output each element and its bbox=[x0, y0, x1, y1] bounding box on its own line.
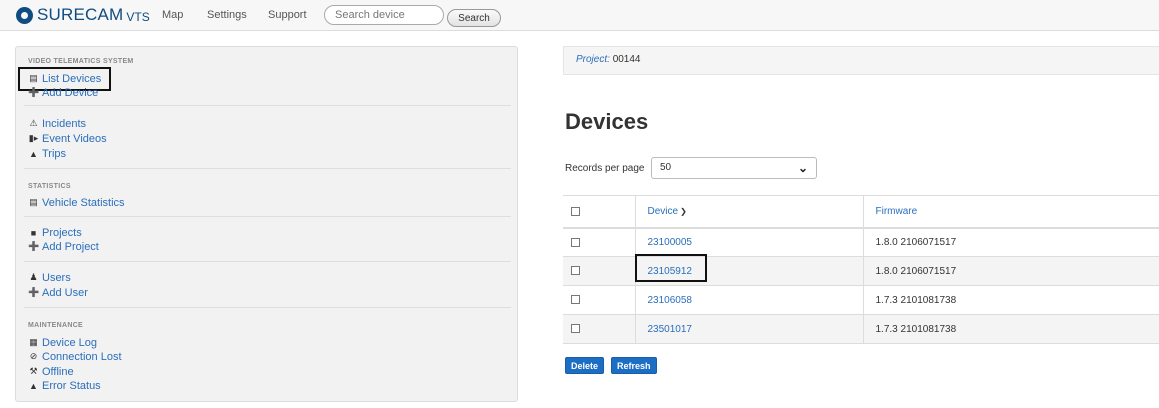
section-title-maintenance: MAINTENANCE bbox=[28, 322, 84, 329]
header-device-label: Device bbox=[647, 205, 679, 217]
search-button[interactable]: Search bbox=[447, 9, 501, 27]
project-value: 00144 bbox=[612, 54, 641, 65]
sidebar-divider bbox=[24, 307, 511, 308]
sidebar-item-label: Users bbox=[42, 271, 71, 284]
section-title-video-telematics: VIDEO TELEMATICS SYSTEM bbox=[28, 58, 134, 65]
sidebar-divider bbox=[24, 261, 511, 262]
sidebar-item-label: Projects bbox=[42, 226, 82, 239]
logo-subtext: VTS bbox=[126, 9, 150, 24]
header-select-all-cell bbox=[563, 195, 636, 229]
sidebar-item-projects[interactable]: ■ Projects bbox=[28, 226, 82, 239]
firmware-cell: 1.7.3 2101081738 bbox=[863, 314, 1159, 344]
logo-text: SURECAM bbox=[37, 5, 124, 24]
records-per-page-value: 50 bbox=[660, 162, 672, 173]
video-camera-icon: ▮▸ bbox=[28, 133, 39, 143]
book-icon: ■ bbox=[30, 227, 37, 238]
sidebar-item-label: Device Log bbox=[42, 336, 98, 349]
sidebar-item-label: Event Videos bbox=[42, 132, 107, 145]
sidebar-item-error-status[interactable]: ▲ Error Status bbox=[28, 379, 101, 392]
sidebar-divider bbox=[24, 168, 511, 169]
table-header-row: Device ❯ Firmware bbox=[563, 195, 1159, 229]
search-device-input[interactable] bbox=[324, 5, 444, 25]
sidebar-item-label: Trips bbox=[42, 147, 67, 160]
header-firmware[interactable]: Firmware bbox=[863, 195, 1159, 229]
project-bar: Project: 00144 bbox=[563, 46, 1159, 75]
row-checkbox[interactable] bbox=[571, 237, 580, 247]
sidebar-item-label: Add User bbox=[42, 286, 88, 299]
sidebar-item-label: Error Status bbox=[42, 379, 101, 392]
fire-icon: ▲ bbox=[29, 380, 38, 391]
project-label: Project: bbox=[576, 54, 610, 65]
sidebar-item-incidents[interactable]: ⚠ Incidents bbox=[28, 117, 86, 130]
firmware-cell: 1.8.0 2106071517 bbox=[863, 256, 1159, 286]
firmware-cell: 1.8.0 2106071517 bbox=[863, 227, 1159, 257]
road-icon: ▲ bbox=[29, 148, 38, 159]
sidebar-divider bbox=[24, 105, 511, 106]
records-per-page-label: Records per page bbox=[565, 163, 645, 174]
sidebar-item-users[interactable]: ♟ Users bbox=[28, 271, 71, 284]
sidebar-item-vehicle-statistics[interactable]: ▤ Vehicle Statistics bbox=[28, 196, 125, 209]
sidebar-item-label: Connection Lost bbox=[42, 350, 122, 363]
plus-circle-icon: ➕ bbox=[28, 241, 40, 251]
firmware-cell: 1.7.3 2101081738 bbox=[863, 285, 1159, 315]
device-link[interactable]: 23106058 bbox=[648, 295, 693, 306]
delete-button[interactable]: Delete bbox=[565, 357, 605, 374]
wrench-icon: ⚒ bbox=[29, 366, 38, 376]
nav-map[interactable]: Map bbox=[162, 9, 183, 21]
top-navbar: SURECAM VTS Map Settings Support Search bbox=[0, 0, 1159, 31]
table-row: 23501017 1.7.3 2101081738 bbox=[563, 314, 1159, 344]
sidebar-item-add-user[interactable]: ➕ Add User bbox=[28, 286, 88, 299]
chevron-down-icon: ⌄ bbox=[797, 161, 808, 175]
nav-support[interactable]: Support bbox=[268, 9, 307, 21]
page-title: Devices bbox=[565, 109, 649, 134]
records-per-page-select[interactable]: 50 ⌄ bbox=[651, 157, 817, 179]
header-firmware-label: Firmware bbox=[875, 205, 918, 217]
sort-down-icon: ❯ bbox=[680, 206, 687, 216]
sidebar-item-label: Incidents bbox=[42, 117, 87, 130]
sidebar-item-label: Offline bbox=[42, 365, 74, 378]
sidebar-item-label: Add Device bbox=[42, 86, 99, 99]
sidebar-item-label: Vehicle Statistics bbox=[42, 196, 125, 209]
highlight-box-device-23105912 bbox=[635, 254, 707, 282]
sidebar-item-add-device[interactable]: ➕ Add Device bbox=[28, 86, 98, 99]
device-link[interactable]: 23501017 bbox=[648, 324, 693, 335]
sidebar-item-offline[interactable]: ⚒ Offline bbox=[28, 365, 74, 378]
device-link[interactable]: 23100005 bbox=[648, 237, 693, 248]
sidebar-divider bbox=[24, 216, 511, 217]
plus-circle-icon: ➕ bbox=[28, 87, 40, 97]
table-row: 23106058 1.7.3 2101081738 bbox=[563, 285, 1159, 315]
logo-mark-icon bbox=[16, 6, 33, 24]
row-checkbox[interactable] bbox=[571, 324, 580, 334]
surecam-logo[interactable]: SURECAM VTS bbox=[16, 5, 150, 25]
sidebar-item-event-videos[interactable]: ▮▸ Event Videos bbox=[28, 132, 107, 145]
table-row: 23100005 1.8.0 2106071517 bbox=[563, 227, 1159, 257]
sidebar-item-trips[interactable]: ▲ Trips bbox=[28, 147, 66, 160]
list-icon: ▤ bbox=[29, 197, 38, 207]
ban-icon: ⊘ bbox=[29, 351, 38, 361]
section-title-statistics: STATISTICS bbox=[28, 183, 71, 190]
warning-icon: ⚠ bbox=[29, 118, 38, 128]
sidebar-item-connection-lost[interactable]: ⊘ Connection Lost bbox=[28, 350, 122, 363]
row-checkbox[interactable] bbox=[571, 266, 580, 276]
user-icon: ♟ bbox=[29, 272, 38, 282]
sidebar-item-add-project[interactable]: ➕ Add Project bbox=[28, 240, 99, 253]
sidebar-item-label: Add Project bbox=[42, 240, 99, 253]
row-checkbox[interactable] bbox=[571, 295, 580, 305]
header-device[interactable]: Device ❯ bbox=[635, 195, 864, 229]
sidebar: VIDEO TELEMATICS SYSTEM ▤ List Devices ➕… bbox=[15, 46, 518, 402]
table-icon: ▦ bbox=[29, 337, 38, 347]
nav-settings[interactable]: Settings bbox=[207, 9, 247, 21]
sidebar-item-device-log[interactable]: ▦ Device Log bbox=[28, 336, 97, 349]
select-all-checkbox[interactable] bbox=[571, 206, 580, 216]
plus-circle-icon: ➕ bbox=[28, 287, 40, 297]
refresh-button[interactable]: Refresh bbox=[611, 357, 657, 374]
